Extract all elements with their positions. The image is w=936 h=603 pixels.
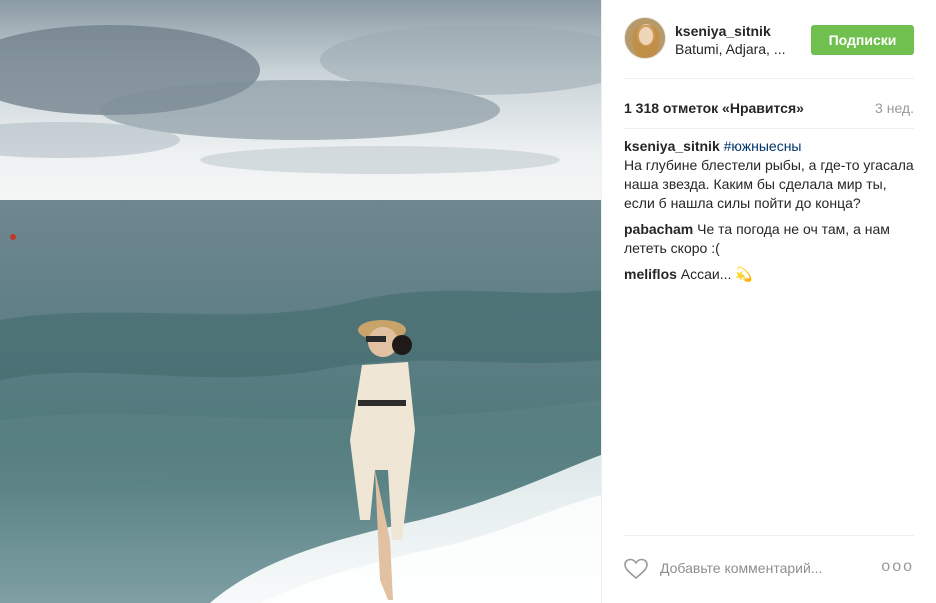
heart-outline-icon[interactable] bbox=[624, 558, 648, 580]
likes-row: 1 318 отметок «Нравится» 3 нед. bbox=[624, 100, 914, 118]
post-footer: ooo bbox=[624, 548, 914, 588]
comments-list: kseniya_sitnik #южныесны На глубине блес… bbox=[624, 137, 914, 291]
post-time[interactable]: 3 нед. bbox=[875, 100, 914, 116]
comment-username[interactable]: meliflos bbox=[624, 266, 677, 282]
footer-divider bbox=[624, 535, 914, 536]
header-divider bbox=[624, 78, 914, 79]
dizzy-emoji-icon: 💫 bbox=[735, 266, 753, 282]
comment-item: pabacham Че та погода не оч там, а нам л… bbox=[624, 220, 914, 258]
comment-item: meliflos Ассаи... 💫 bbox=[624, 265, 914, 284]
location-link[interactable]: Batumi, Adjara, ... bbox=[675, 41, 786, 57]
caption-username[interactable]: kseniya_sitnik bbox=[624, 138, 720, 154]
post-photo[interactable] bbox=[0, 0, 601, 603]
more-options-icon[interactable]: ooo bbox=[881, 558, 914, 576]
likes-count[interactable]: 1 318 отметок «Нравится» bbox=[624, 100, 804, 116]
instagram-post: kseniya_sitnik Batumi, Adjara, ... Подпи… bbox=[0, 0, 936, 603]
caption-text: На глубине блестели рыбы, а где-то угаса… bbox=[624, 157, 914, 211]
post-header: kseniya_sitnik Batumi, Adjara, ... Подпи… bbox=[624, 17, 914, 61]
likes-divider bbox=[624, 128, 914, 129]
comment-text: Ассаи... bbox=[680, 266, 732, 282]
comment-username[interactable]: pabacham bbox=[624, 221, 693, 237]
follow-button[interactable]: Подписки bbox=[811, 25, 914, 55]
caption-hashtag[interactable]: #южныесны bbox=[724, 138, 802, 154]
post-details-panel: kseniya_sitnik Batumi, Adjara, ... Подпи… bbox=[601, 0, 936, 603]
avatar-image bbox=[625, 18, 665, 58]
beach-photo-image bbox=[0, 0, 601, 603]
username-link[interactable]: kseniya_sitnik bbox=[675, 23, 771, 39]
avatar[interactable] bbox=[624, 17, 666, 59]
caption: kseniya_sitnik #южныесны На глубине блес… bbox=[624, 137, 914, 213]
comment-input[interactable] bbox=[660, 556, 880, 580]
